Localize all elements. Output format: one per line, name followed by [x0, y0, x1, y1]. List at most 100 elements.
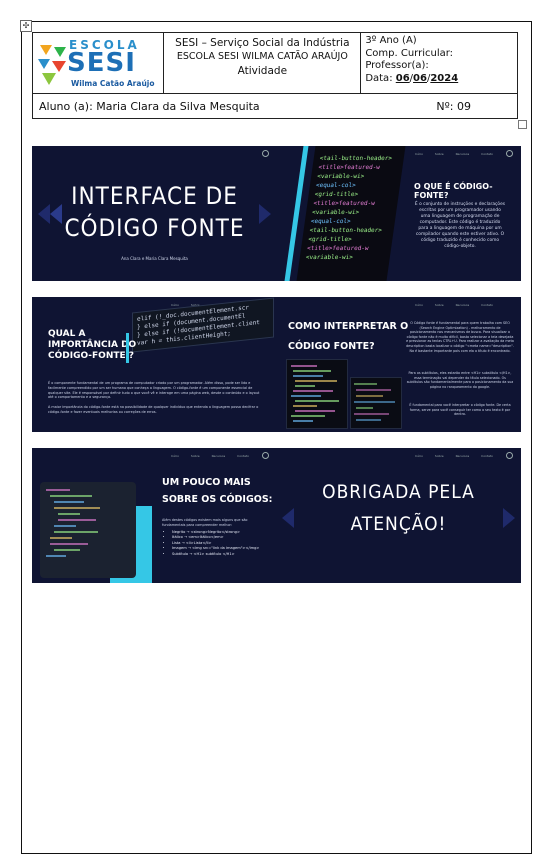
logo-subtitle: Wilma Catão Araújo: [71, 79, 155, 88]
slide-6-title-line2: ATENÇÃO!: [350, 513, 447, 535]
slide-2-body: É o conjunto de instruções e declarações…: [414, 202, 506, 249]
code-line: <grid-title>: [307, 236, 353, 243]
date-day: 06: [395, 72, 410, 84]
slide-3[interactable]: InícioSobreRecursosContato elif (!_doc.d…: [32, 297, 277, 432]
code-lines-graphic: [291, 365, 339, 422]
slide-1-title-line2: CÓDIGO FONTE: [64, 214, 245, 242]
slide-3-paragraph-1: É o componente fundamental de um program…: [48, 381, 260, 400]
search-icon: [506, 452, 513, 459]
nav-item: Contato: [481, 152, 493, 156]
slide-5-title-line2: SOBRE OS CÓDIGOS:: [162, 494, 273, 505]
slide-4-paragraph-2: Para os subtítulos, eles estarão entre <…: [406, 371, 514, 389]
slide-4-code-image-1: [286, 359, 348, 429]
code-line: <tail-button-header>: [319, 155, 393, 162]
date-month: 06: [413, 72, 427, 84]
slide-1-title: INTERFACE DE CÓDIGO FONTE: [32, 180, 277, 244]
search-icon: [506, 150, 513, 157]
slide-3-code-image: elif (!_doc.documentElement.scr } else i…: [132, 297, 274, 353]
date-year: 2024: [430, 72, 459, 84]
nav-item: Início: [414, 454, 423, 458]
code-lines-graphic: [354, 383, 395, 421]
list-item: Subtítulo → <H1> subtítulo </H1>: [172, 552, 276, 557]
logo-sesi-text: SESI: [67, 48, 136, 78]
slide-5-nav: Início Sobre Recursos Contato: [171, 454, 249, 458]
code-lines-graphic: [46, 489, 100, 557]
slide-6-title: OBRIGADA PELA ATENÇÃO!: [276, 476, 521, 540]
slide-2-nav: Início Sobre Recursos Contato: [415, 152, 493, 156]
slide-5-title: UM POUCO MAIS SOBRE OS CÓDIGOS:: [162, 474, 272, 508]
slide-5[interactable]: Início Sobre Recursos Contato UM POUCO MAIS…: [32, 448, 277, 583]
student-number: Nº: 09: [436, 99, 471, 113]
code-line: <tail-button-header>: [309, 227, 383, 234]
slide-4-title: COMO INTERPRETAR O CÓDIGO FONTE?: [288, 317, 408, 357]
nav-item: Recursos: [211, 454, 226, 458]
table-move-icon[interactable]: ✣: [20, 20, 32, 32]
slide-1[interactable]: INTERFACE DE CÓDIGO FONTE Ana Clara e Ma…: [32, 146, 277, 281]
accent-stripe: [126, 333, 129, 363]
code-line: <equal-col>: [310, 218, 352, 225]
org-name: SESI – Serviço Social da Indústria: [175, 37, 350, 49]
nav-item: Recursos: [455, 152, 470, 156]
code-line: <title>featured-w: [312, 200, 376, 207]
slide-1-title-line1: INTERFACE DE: [71, 182, 238, 210]
table-resize-handle[interactable]: [518, 120, 527, 129]
slide-4-paragraph-1: O Código fonte é fundamental para quem t…: [406, 321, 514, 353]
nav-item: Recursos: [455, 303, 470, 307]
nav-item: Recursos: [455, 454, 470, 458]
slide-3-title-line1: QUAL A: [48, 329, 86, 339]
code-line: <title>featured-w: [317, 164, 381, 171]
slide-3-title: QUAL A IMPORTÂNCIA DO CÓDIGO-FONTE ?: [48, 329, 136, 362]
code-line: <grid-title>: [314, 191, 359, 198]
slide-4-title-line2: CÓDIGO FONTE?: [288, 341, 375, 352]
code-line: <equal-col>: [315, 182, 357, 189]
nav-item: Sobre: [434, 454, 444, 458]
slide-5-code-image: [40, 482, 136, 578]
nav-item: Início: [414, 152, 423, 156]
search-icon: [262, 150, 269, 157]
search-icon: [262, 452, 269, 459]
year-label: 3º Ano (A): [365, 35, 417, 46]
slide-4-code-image-2: [350, 377, 402, 429]
date-line: Data: 06/06/2024: [365, 72, 459, 84]
slide-2-code-image: <tail-button-header> <title>featured-w <…: [296, 146, 406, 281]
slide-3-paragraph-2: A maior importância do código-fonte está…: [48, 405, 259, 414]
slide-4-nav: Início Sobre Recursos Contato: [415, 303, 493, 307]
header-table: ESCOLA SESI Wilma Catão Araújo SESI – Se…: [31, 32, 518, 119]
logo-cell: ESCOLA SESI Wilma Catão Araújo: [31, 32, 165, 94]
logo-mark-icon: [38, 45, 66, 85]
slide-6-title-line1: OBRIGADA PELA: [322, 481, 475, 503]
slide-4[interactable]: Início Sobre Recursos Contato COMO INTERPRE…: [276, 297, 521, 432]
date-label: Data:: [365, 72, 393, 84]
nav-item: Sobre: [434, 303, 444, 307]
nav-item: Contato: [481, 454, 493, 458]
school-name: ESCOLA SESI WILMA CATÃO ARAÚJO: [176, 51, 348, 62]
student-row: Aluno (a): Maria Clara da Silva Mesquita…: [32, 93, 518, 119]
nav-item: Contato: [481, 303, 493, 307]
student-name: Aluno (a): Maria Clara da Silva Mesquita: [39, 99, 260, 113]
slide-5-title-line1: UM POUCO MAIS: [162, 477, 251, 488]
nav-item: Sobre: [434, 152, 444, 156]
code-line: <variable-wi>: [311, 209, 360, 216]
nav-item: Início: [414, 303, 423, 307]
slide-4-title-line1: COMO INTERPRETAR O: [288, 321, 409, 332]
slide-2-title: O QUE É CÓDIGO-FONTE?: [414, 182, 493, 200]
slide-5-list: Negrito → <strong>Negrito</strong> Itáli…: [164, 530, 276, 557]
nav-item: Início: [170, 303, 179, 307]
slide-2[interactable]: Início Sobre Recursos Contato <tail-button-…: [276, 146, 521, 281]
slide-3-title-line3: CÓDIGO-FONTE ?: [48, 351, 134, 361]
slide-4-paragraph-3: É fundamental para você interpretar o có…: [409, 403, 511, 417]
header-right-cell: 3º Ano (A) Comp. Curricular: Professor(a…: [360, 32, 518, 94]
slide-1-authors: Ana Clara e Maria Clara Mesquita: [121, 256, 188, 261]
code-line: <variable-wi>: [316, 173, 365, 180]
code-line: <title>featured-w: [306, 245, 369, 252]
slide-6[interactable]: Início Sobre Recursos Contato OBRIGADA PELA…: [276, 448, 521, 583]
header-middle-cell: SESI – Serviço Social da Indústria ESCOL…: [163, 32, 362, 94]
code-line: <variable-wi>: [305, 254, 354, 261]
nav-item: Sobre: [190, 454, 200, 458]
slide-3-title-line2: IMPORTÂNCIA DO: [48, 340, 137, 350]
nav-item: Contato: [237, 454, 249, 458]
activity-label: Atividade: [237, 65, 288, 77]
school-logo: ESCOLA SESI Wilma Catão Araújo: [33, 33, 163, 93]
slide-5-intro: Além destes códigos existem mais alguns …: [162, 518, 248, 527]
prof-label: Professor(a):: [365, 60, 429, 71]
